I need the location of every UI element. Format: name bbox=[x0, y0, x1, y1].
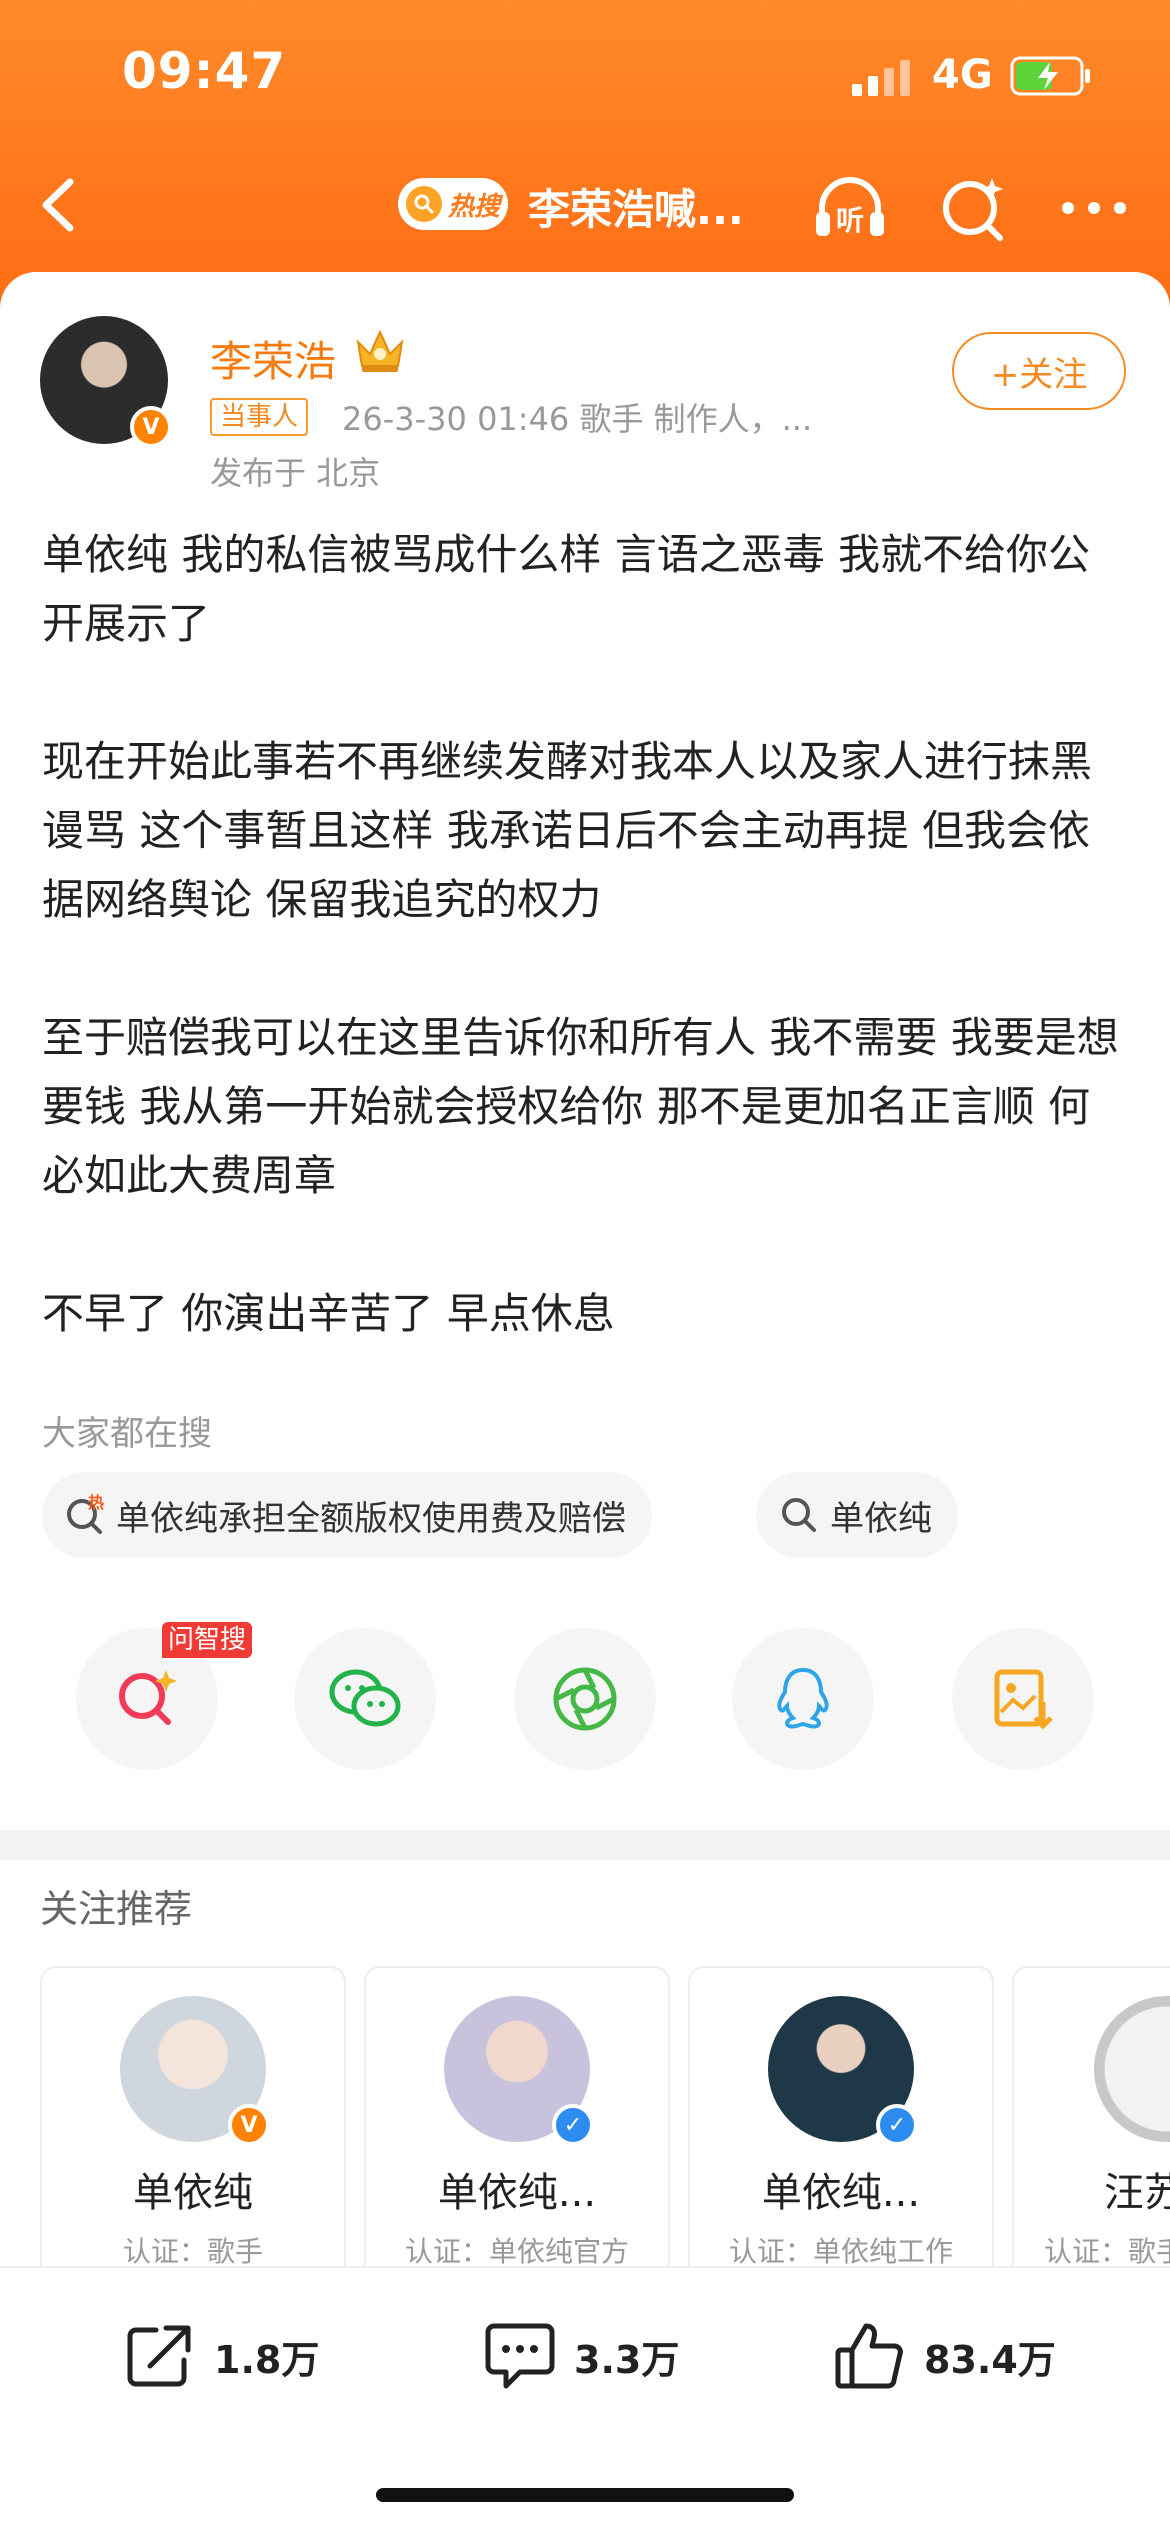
qq-icon bbox=[777, 1667, 829, 1729]
recommend-verify: 认证：单依纯工作 bbox=[728, 2235, 953, 2268]
comment-count: 3.3万 bbox=[574, 2337, 680, 2382]
moments-icon bbox=[553, 1667, 617, 1731]
recommend-name: 单依纯... bbox=[761, 2170, 921, 2216]
status-time: 09:47 bbox=[122, 42, 287, 100]
repost-icon bbox=[127, 2325, 191, 2387]
listen-icon[interactable]: 听 bbox=[810, 172, 890, 242]
post-content: V 李荣浩 当事人 26-3-30 01:46 歌手 制作人，... 发布于 北… bbox=[0, 272, 1170, 2532]
nav-bar: 热搜 李荣浩喊... 听 bbox=[0, 150, 1170, 260]
verified-icon: ✓ bbox=[876, 2104, 918, 2146]
search-chip-label: 单依纯承担全额版权使用费及赔偿 bbox=[116, 1498, 626, 1539]
follow-button[interactable]: +关注 bbox=[952, 332, 1126, 410]
comment-button[interactable]: 3.3万 bbox=[480, 2310, 679, 2402]
post-paragraph: 单依纯 我的私信被骂成什么样 言语之恶毒 我就不给你公开展示了 bbox=[42, 530, 1091, 648]
crown-icon bbox=[356, 329, 404, 372]
recommend-avatar: ✓ bbox=[768, 1996, 918, 2146]
status-bar: 09:47 4G bbox=[0, 0, 1170, 150]
repost-button[interactable]: 1.8万 bbox=[120, 2310, 319, 2402]
recommend-avatar: V bbox=[120, 1996, 270, 2146]
searches-label: 大家都在搜 bbox=[42, 1414, 212, 1454]
page-title[interactable]: 李荣浩喊... bbox=[528, 176, 744, 237]
like-count: 83.4万 bbox=[924, 2337, 1056, 2382]
signal-icon bbox=[852, 60, 910, 96]
like-icon bbox=[835, 2323, 903, 2389]
section-divider bbox=[0, 1830, 1170, 1860]
network-type: 4G bbox=[932, 52, 993, 98]
back-icon[interactable] bbox=[30, 172, 90, 238]
search-chip[interactable]: 单依纯 bbox=[756, 1472, 958, 1558]
ask-search-badge: 问智搜 bbox=[162, 1622, 253, 1658]
recommend-verify: 认证：歌手 bbox=[1044, 2235, 1170, 2268]
post-meta: 26-3-30 01:46 歌手 制作人，... bbox=[342, 400, 813, 438]
post-paragraph: 至于赔偿我可以在这里告诉你和所有人 我不需要 我要是想要钱 我从第一开始就会授权… bbox=[42, 1013, 1119, 1200]
role-tag: 当事人 bbox=[210, 398, 309, 436]
author-name[interactable]: 李荣浩 bbox=[210, 328, 336, 389]
recommend-verify: 认证：单依纯官方 bbox=[404, 2235, 629, 2268]
svg-text:热: 热 bbox=[88, 1494, 104, 1512]
post-location: 发布于 北京 bbox=[210, 454, 381, 492]
qq-share-button[interactable] bbox=[732, 1628, 874, 1770]
battery-icon bbox=[1010, 56, 1090, 96]
ai-search-icon bbox=[119, 1670, 177, 1725]
post-text: 单依纯 我的私信被骂成什么样 言语之恶毒 我就不给你公开展示了 现在开始此事若不… bbox=[42, 520, 1132, 1417]
hot-search-label: 热搜 bbox=[448, 191, 501, 222]
repost-count: 1.8万 bbox=[214, 2337, 320, 2382]
verified-icon: V bbox=[228, 2104, 270, 2146]
post-paragraph: 现在开始此事若不再继续发酵对我本人以及家人进行抹黑 谩骂 这个事暂且这样 我承诺… bbox=[42, 737, 1093, 924]
wechat-icon bbox=[329, 1669, 401, 1727]
recommend-verify: 认证：歌手 bbox=[122, 2235, 263, 2268]
like-button[interactable]: 83.4万 bbox=[830, 2310, 1056, 2402]
search-chip[interactable]: 热 单依纯承担全额版权使用费及赔偿 bbox=[42, 1472, 652, 1558]
recommend-name: 单依纯 bbox=[133, 2170, 253, 2216]
moments-share-button[interactable] bbox=[514, 1628, 656, 1770]
svg-text:听: 听 bbox=[836, 204, 864, 237]
more-icon[interactable] bbox=[1054, 172, 1134, 242]
recommend-avatar bbox=[1094, 1996, 1170, 2142]
search-icon bbox=[406, 186, 442, 222]
home-indicator bbox=[376, 2488, 794, 2502]
save-image-button[interactable] bbox=[952, 1628, 1094, 1770]
hot-search-badge[interactable]: 热搜 bbox=[398, 178, 508, 230]
comment-icon bbox=[485, 2323, 555, 2389]
recommend-avatar: ✓ bbox=[444, 1996, 594, 2146]
search-chip-label: 单依纯 bbox=[830, 1498, 932, 1539]
ai-search-icon[interactable] bbox=[934, 172, 1014, 242]
recommend-title: 关注推荐 bbox=[40, 1887, 193, 1931]
author-avatar[interactable]: V bbox=[40, 316, 172, 448]
recommend-name: 单依纯... bbox=[437, 2170, 597, 2216]
verified-icon: ✓ bbox=[552, 2104, 594, 2146]
wechat-share-button[interactable] bbox=[294, 1628, 436, 1770]
hot-search-icon: 热 bbox=[67, 1494, 104, 1534]
recommend-name: 汪苏 bbox=[1104, 2170, 1170, 2216]
post-paragraph: 不早了 你演出辛苦了 早点休息 bbox=[42, 1289, 615, 1338]
search-icon bbox=[782, 1498, 816, 1532]
verified-icon: V bbox=[130, 406, 172, 448]
save-image-icon bbox=[994, 1669, 1053, 1730]
